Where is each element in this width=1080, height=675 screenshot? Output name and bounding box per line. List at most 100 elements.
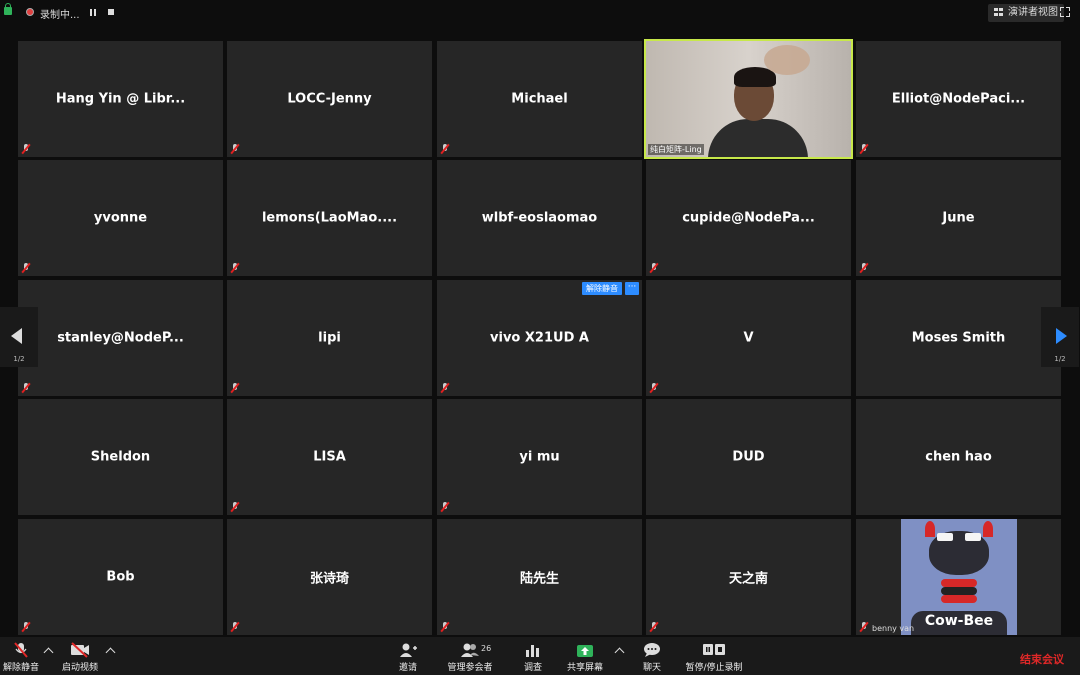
avatar-stripe (941, 579, 977, 587)
participant-name: lipi (318, 330, 341, 346)
active-speaker-video-tile[interactable]: 纯白矩阵-Ling (644, 39, 853, 159)
participant-tile[interactable]: 天之南 (646, 519, 851, 635)
muted-mic-icon (230, 382, 240, 394)
stop-recording-icon[interactable] (108, 9, 114, 15)
avatar-stripe (941, 587, 977, 595)
invite-button[interactable]: 邀请 (392, 637, 424, 675)
participant-tile[interactable]: Hang Yin @ Libr... (18, 41, 223, 157)
participant-tile[interactable]: lemons(LaoMao.... (227, 160, 432, 276)
share-screen-icon (577, 645, 593, 657)
participant-name: Michael (511, 91, 568, 107)
participant-tile[interactable]: lipi (227, 280, 432, 396)
participant-tile[interactable]: LOCC-Jenny (227, 41, 432, 157)
unmute-button[interactable]: 解除静音 (0, 637, 42, 675)
participant-tile[interactable]: cupide@NodePa... (646, 160, 851, 276)
page-indicator: 1/2 (1054, 355, 1066, 363)
video-options-caret-icon[interactable] (105, 647, 116, 658)
participant-tile[interactable]: Elliot@NodePaci... (856, 41, 1061, 157)
participant-tile[interactable]: 陆先生 (437, 519, 642, 635)
participant-tile[interactable]: Sheldon (18, 399, 223, 515)
pause-stop-recording-label: 暂停/停止录制 (685, 663, 743, 673)
arrow-right-icon (1056, 328, 1067, 344)
poll-chart-icon (526, 645, 539, 657)
muted-mic-icon (440, 621, 450, 633)
participant-name: V (743, 330, 754, 346)
participant-tile[interactable]: Bob (18, 519, 223, 635)
avatar-logo-text: Cow-Bee (924, 613, 994, 629)
recording-status-text: 录制中... (40, 10, 80, 21)
participant-name: lemons(LaoMao.... (261, 210, 398, 226)
participant-name: yvonne (93, 210, 148, 226)
chat-button[interactable]: 聊天 (638, 637, 666, 675)
participant-tile[interactable]: chen hao (856, 399, 1061, 515)
pause-stop-recording-button[interactable]: 暂停/停止录制 (682, 637, 746, 675)
muted-mic-icon (230, 621, 240, 633)
muted-mic-icon (14, 642, 28, 658)
muted-mic-icon (230, 501, 240, 513)
participant-name: benny van (872, 624, 915, 633)
participant-name: Moses Smith (911, 330, 1006, 346)
avatar-horn-left (925, 521, 935, 537)
end-meeting-button[interactable]: 结束会议 (1020, 651, 1064, 667)
previous-page-button[interactable]: 1/2 (0, 307, 38, 367)
next-page-button[interactable]: 1/2 (1041, 307, 1079, 367)
page-indicator: 1/2 (13, 355, 25, 363)
unmute-label: 解除静音 (2, 663, 39, 673)
muted-mic-icon (230, 262, 240, 274)
participant-name: 张诗琦 (309, 571, 349, 587)
manage-participants-label: 管理参会者 (447, 663, 493, 673)
participant-tile[interactable]: 张诗琦 (227, 519, 432, 635)
audio-options-caret-icon[interactable] (43, 647, 54, 658)
muted-mic-icon (21, 262, 31, 274)
participant-name: 陆先生 (519, 571, 559, 587)
video-off-icon (71, 642, 89, 658)
more-options-button[interactable]: ··· (625, 282, 639, 295)
participant-name: June (942, 210, 975, 226)
top-status-bar: 录制中... 演讲者视图 (0, 0, 1080, 26)
participant-tile-avatar[interactable]: Cow-Bee benny van (856, 519, 1061, 635)
muted-mic-icon (21, 621, 31, 633)
participant-name: chen hao (925, 449, 992, 465)
participant-tile[interactable]: vivo X21UD A (437, 280, 642, 396)
chat-bubble-icon (644, 643, 660, 657)
avatar-stripe (941, 595, 977, 603)
muted-mic-icon (859, 143, 869, 155)
pause-stop-icon (703, 644, 725, 655)
grid-view-icon (994, 8, 1004, 17)
participant-tile[interactable]: LISA (227, 399, 432, 515)
participant-tile[interactable]: Moses Smith (856, 280, 1061, 396)
start-video-button[interactable]: 启动视频 (58, 637, 102, 675)
muted-mic-icon (230, 143, 240, 155)
participant-tile[interactable]: stanley@NodeP... (18, 280, 223, 396)
muted-mic-icon (649, 262, 659, 274)
fullscreen-icon[interactable] (1060, 7, 1070, 17)
poll-button[interactable]: 调查 (518, 637, 548, 675)
participant-tile[interactable]: yvonne (18, 160, 223, 276)
recording-dot-icon (26, 8, 34, 16)
muted-mic-icon (649, 621, 659, 633)
participant-name: DUD (732, 449, 765, 465)
participant-name: Sheldon (90, 449, 151, 465)
participant-name: LOCC-Jenny (287, 91, 372, 107)
share-options-caret-icon[interactable] (614, 647, 625, 658)
participant-tile[interactable]: DUD (646, 399, 851, 515)
participant-tile[interactable]: Michael (437, 41, 642, 157)
participants-icon (461, 643, 479, 657)
pause-recording-icon[interactable] (90, 9, 96, 16)
speaker-view-button[interactable]: 演讲者视图 (988, 4, 1064, 22)
participant-count: 26 (481, 644, 492, 653)
video-participant-label: 纯白矩阵-Ling (648, 144, 704, 155)
participant-name: stanley@NodeP... (57, 330, 184, 346)
participant-tile[interactable]: June (856, 160, 1061, 276)
invite-user-icon (400, 643, 417, 657)
share-screen-button[interactable]: 共享屏幕 (562, 637, 608, 675)
manage-participants-button[interactable]: 管理参会者 (443, 637, 497, 675)
participant-name: wlbf-eoslaomao (481, 210, 598, 226)
lock-icon[interactable] (4, 3, 12, 15)
participant-tile[interactable]: yi mu (437, 399, 642, 515)
muted-mic-icon (440, 143, 450, 155)
participant-tile[interactable]: wlbf-eoslaomao (437, 160, 642, 276)
ask-unmute-button[interactable]: 解除静音 (582, 282, 622, 295)
participant-tile[interactable]: V (646, 280, 851, 396)
participant-name: Bob (106, 569, 135, 585)
